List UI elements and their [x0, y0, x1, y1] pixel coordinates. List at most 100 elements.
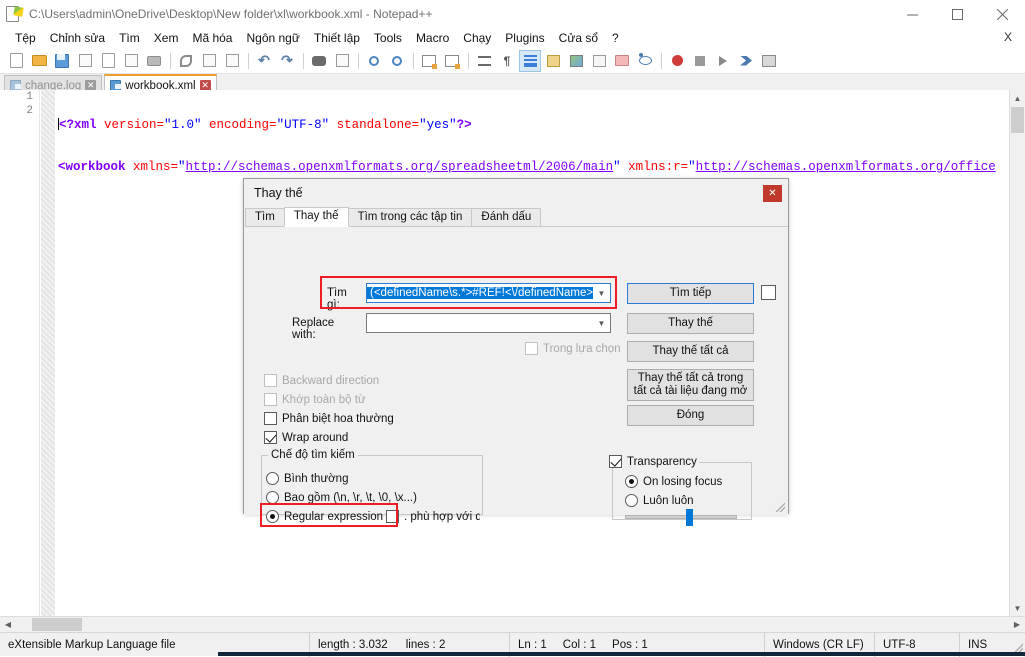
find-next-button[interactable]: Tìm tiếp: [627, 283, 754, 304]
menu-item-search[interactable]: Tìm: [112, 30, 147, 46]
tab-find-in-files[interactable]: Tìm trong các tập tin: [348, 208, 473, 226]
transparency-on-losing-focus-row[interactable]: On losing focus: [625, 475, 722, 488]
replace-button[interactable]: Thay thế: [627, 313, 754, 334]
menu-item-language[interactable]: Ngôn ngữ: [239, 30, 306, 46]
copy-icon[interactable]: [198, 50, 220, 72]
monitoring-icon[interactable]: [634, 50, 656, 72]
transparency-checkbox-row[interactable]: Transparency: [607, 455, 699, 468]
fold-margin[interactable]: [41, 90, 55, 616]
replace-icon[interactable]: [331, 50, 353, 72]
find-what-input[interactable]: (<definedName\s.*>#REF!<\/definedName>): [367, 287, 593, 299]
transparency-checkbox[interactable]: [609, 455, 622, 468]
in-selection-checkbox[interactable]: [525, 342, 538, 355]
xml-namespace-url[interactable]: http://schemas.openxmlformats.org/office: [696, 160, 996, 174]
search-mode-regex-row[interactable]: Regular expression: [266, 510, 383, 523]
menu-item-edit[interactable]: Chỉnh sửa: [43, 30, 112, 46]
zoom-in-icon[interactable]: [363, 50, 385, 72]
tab-mark[interactable]: Đánh dấu: [471, 208, 541, 226]
find-icon[interactable]: [308, 50, 330, 72]
stop-macro-icon[interactable]: [689, 50, 711, 72]
save-all-icon[interactable]: [74, 50, 96, 72]
minimize-button[interactable]: [890, 0, 935, 28]
match-whole-word-row[interactable]: Khớp toàn bộ từ: [264, 393, 366, 406]
tab-find[interactable]: Tìm: [245, 208, 285, 226]
menu-item-macro[interactable]: Macro: [409, 30, 456, 46]
menu-item-run[interactable]: Chạy: [456, 30, 498, 46]
document-map-icon[interactable]: [565, 50, 587, 72]
open-file-icon[interactable]: [28, 50, 50, 72]
menu-item-tools[interactable]: Tools: [367, 30, 409, 46]
sync-vertical-scroll-icon[interactable]: [418, 50, 440, 72]
menu-item-view[interactable]: Xem: [147, 30, 186, 46]
vertical-scrollbar[interactable]: ▲ ▼: [1009, 90, 1025, 616]
maximize-button[interactable]: [935, 0, 980, 28]
normal-radio[interactable]: [266, 472, 279, 485]
menu-item-window[interactable]: Cửa sổ: [552, 30, 605, 46]
dot-matches-newline-row[interactable]: . phù hợp với dòng: [386, 510, 480, 523]
close-document-button[interactable]: X: [1004, 30, 1012, 44]
search-mode-extended-row[interactable]: Bao gồm (\n, \r, \t, \0, \x...): [266, 491, 417, 504]
dialog-resize-grip[interactable]: [774, 501, 785, 512]
tab-replace[interactable]: Thay thế: [284, 207, 349, 227]
extended-radio[interactable]: [266, 491, 279, 504]
word-wrap-icon[interactable]: [473, 50, 495, 72]
redo-icon[interactable]: ↷: [276, 50, 298, 72]
in-selection-checkbox-row[interactable]: Trong lựa chọn: [525, 342, 621, 355]
indent-guideline-icon[interactable]: [519, 50, 541, 72]
dot-matches-newline-checkbox[interactable]: [386, 510, 399, 523]
transparency-always-row[interactable]: Luôn luôn: [625, 494, 694, 507]
close-file-icon[interactable]: [97, 50, 119, 72]
scroll-down-arrow-icon[interactable]: ▼: [1010, 600, 1025, 616]
cut-icon[interactable]: [175, 50, 197, 72]
close-all-files-icon[interactable]: [120, 50, 142, 72]
dialog-close-button[interactable]: ✕: [763, 185, 782, 202]
search-mode-normal-row[interactable]: Bình thường: [266, 472, 348, 485]
wrap-around-row[interactable]: Wrap around: [264, 431, 348, 444]
show-all-characters-icon[interactable]: ¶: [496, 50, 518, 72]
scroll-left-arrow-icon[interactable]: ◀: [0, 620, 16, 629]
close-button[interactable]: [980, 0, 1025, 28]
record-macro-icon[interactable]: [666, 50, 688, 72]
menu-item-plugins[interactable]: Plugins: [498, 30, 551, 46]
xml-namespace-url[interactable]: http://schemas.openxmlformats.org/spread…: [186, 160, 614, 174]
undo-icon[interactable]: ↶: [253, 50, 275, 72]
match-whole-word-checkbox[interactable]: [264, 393, 277, 406]
transparency-slider-knob[interactable]: [686, 509, 693, 526]
regular-expression-radio[interactable]: [266, 510, 279, 523]
chevron-down-icon[interactable]: ▼: [593, 314, 610, 332]
zoom-out-icon[interactable]: [386, 50, 408, 72]
horizontal-scroll-track[interactable]: [16, 617, 1009, 633]
vertical-scroll-thumb[interactable]: [1011, 107, 1024, 133]
save-icon[interactable]: [51, 50, 73, 72]
backward-direction-row[interactable]: Backward direction: [264, 374, 379, 387]
backward-direction-checkbox[interactable]: [264, 374, 277, 387]
wrap-around-checkbox[interactable]: [264, 431, 277, 444]
run-icon[interactable]: [758, 50, 780, 72]
match-case-row[interactable]: Phân biệt hoa thường: [264, 412, 394, 425]
function-list-icon[interactable]: [588, 50, 610, 72]
replace-all-button[interactable]: Thay thế tất cả: [627, 341, 754, 362]
folder-as-workspace-icon[interactable]: [611, 50, 633, 72]
sync-horizontal-scroll-icon[interactable]: [441, 50, 463, 72]
replace-all-in-all-opened-button[interactable]: Thay thế tất cả trong tất cả tài liệu đa…: [627, 369, 754, 401]
new-file-icon[interactable]: [5, 50, 27, 72]
play-macro-icon[interactable]: [712, 50, 734, 72]
find-next-extra-checkbox[interactable]: [761, 285, 776, 300]
on-losing-focus-radio[interactable]: [625, 475, 638, 488]
transparency-slider[interactable]: [625, 515, 737, 519]
scroll-right-arrow-icon[interactable]: ▶: [1009, 620, 1025, 629]
paste-icon[interactable]: [221, 50, 243, 72]
chevron-down-icon[interactable]: ▼: [593, 284, 610, 302]
user-defined-language-icon[interactable]: [542, 50, 564, 72]
scroll-up-arrow-icon[interactable]: ▲: [1010, 90, 1025, 106]
horizontal-scroll-thumb[interactable]: [32, 618, 82, 631]
find-what-combobox[interactable]: (<definedName\s.*>#REF!<\/definedName>) …: [366, 283, 611, 303]
horizontal-scrollbar[interactable]: ◀ ▶: [0, 616, 1025, 632]
always-radio[interactable]: [625, 494, 638, 507]
menu-item-file[interactable]: Tệp: [8, 30, 43, 46]
close-dialog-button[interactable]: Đóng: [627, 405, 754, 426]
replace-with-combobox[interactable]: ▼: [366, 313, 611, 333]
print-icon[interactable]: [143, 50, 165, 72]
run-macro-multiple-icon[interactable]: [735, 50, 757, 72]
match-case-checkbox[interactable]: [264, 412, 277, 425]
